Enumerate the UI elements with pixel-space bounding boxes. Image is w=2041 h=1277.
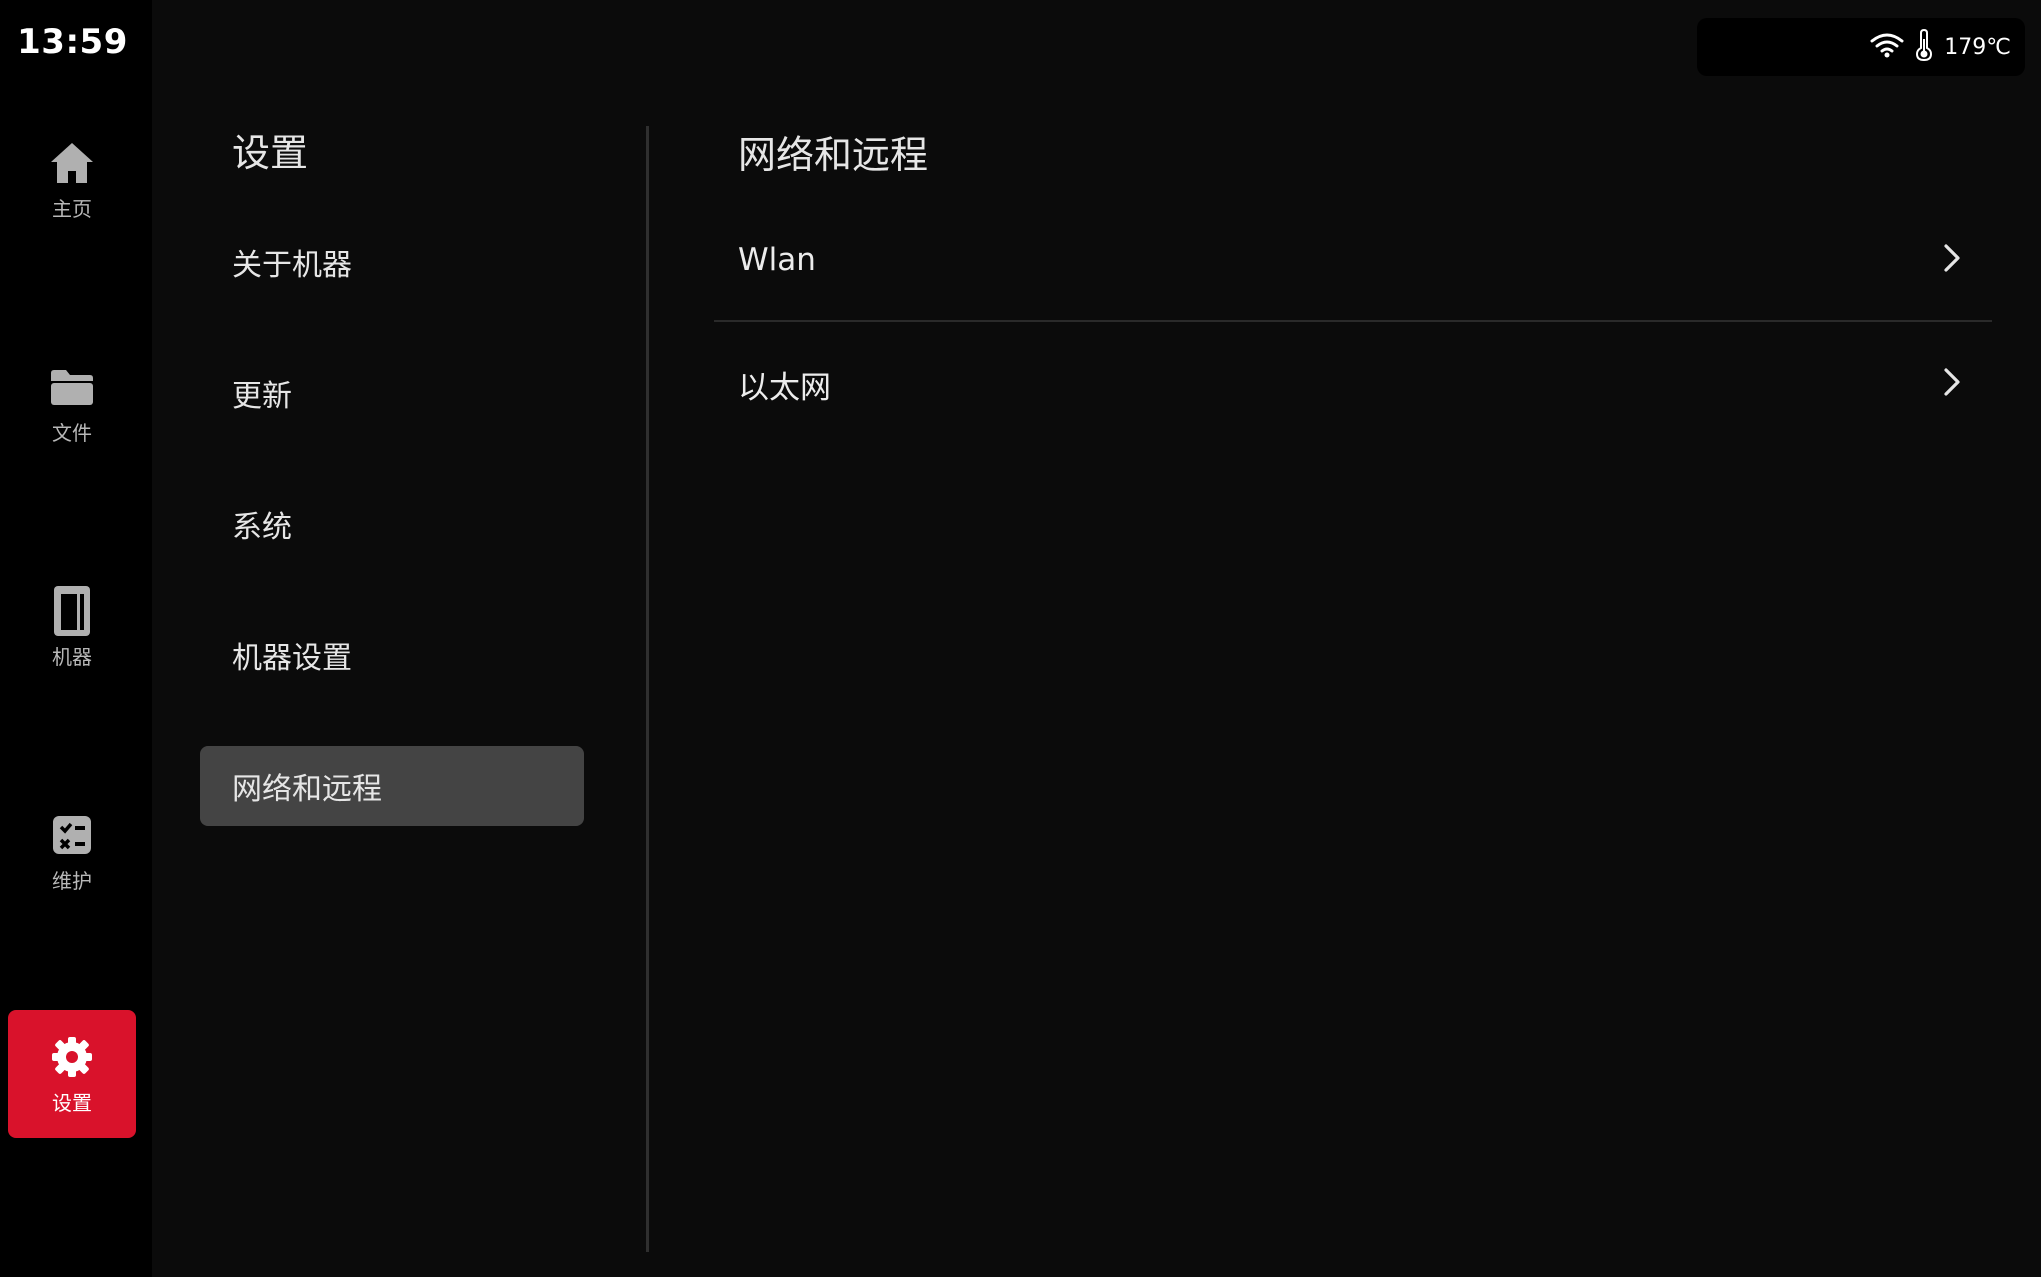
nav-item-files[interactable]: 文件 — [8, 340, 136, 468]
nav-item-settings[interactable]: 设置 — [8, 1010, 136, 1138]
thermometer-icon — [1914, 28, 1934, 65]
nav-rail: 13:59 主页 文件 机器 维护 设置 — [0, 0, 152, 1277]
home-icon — [48, 139, 96, 187]
menu-item-label: 系统 — [232, 510, 292, 545]
printer-icon — [48, 585, 96, 636]
nav-item-label: 主页 — [52, 196, 92, 221]
nav-item-machine[interactable]: 机器 — [8, 564, 136, 692]
settings-title: 设置 — [232, 131, 309, 175]
detail-title: 网络和远程 — [738, 133, 929, 177]
menu-item-about-machine[interactable]: 关于机器 — [200, 222, 584, 302]
row-label: 以太网 — [738, 369, 831, 406]
maintenance-icon — [48, 811, 96, 859]
chevron-right-icon — [1942, 366, 1962, 402]
chevron-right-icon — [1942, 242, 1962, 278]
clock: 13:59 — [17, 22, 128, 62]
row-ethernet[interactable]: 以太网 — [714, 324, 1992, 444]
menu-item-system[interactable]: 系统 — [200, 484, 584, 564]
menu-item-label: 更新 — [232, 379, 292, 414]
menu-item-update[interactable]: 更新 — [200, 353, 584, 433]
menu-item-label: 关于机器 — [232, 248, 352, 283]
settings-screen: 13:59 主页 文件 机器 维护 设置 179℃ 设置 关于机器 更新 系统 … — [0, 0, 2041, 1277]
nav-item-home[interactable]: 主页 — [8, 116, 136, 244]
menu-item-label: 网络和远程 — [232, 772, 382, 807]
column-divider — [646, 126, 649, 1252]
nav-item-label: 文件 — [52, 420, 92, 445]
menu-item-machine-settings[interactable]: 机器设置 — [200, 615, 584, 695]
wifi-icon — [1870, 32, 1904, 62]
status-bar: 179℃ — [1697, 18, 2025, 76]
nav-item-maintenance[interactable]: 维护 — [8, 788, 136, 916]
gear-icon — [48, 1033, 96, 1081]
nav-item-label: 维护 — [52, 868, 92, 893]
row-divider — [714, 320, 1992, 322]
menu-item-label: 机器设置 — [232, 641, 352, 676]
nav-item-label: 机器 — [52, 644, 92, 669]
nav-item-label: 设置 — [52, 1090, 92, 1115]
row-label: Wlan — [738, 242, 816, 278]
row-wlan[interactable]: Wlan — [714, 200, 1992, 320]
menu-item-network-remote[interactable]: 网络和远程 — [200, 746, 584, 826]
temperature-readout: 179℃ — [1944, 34, 2011, 60]
folder-icon — [48, 363, 96, 411]
